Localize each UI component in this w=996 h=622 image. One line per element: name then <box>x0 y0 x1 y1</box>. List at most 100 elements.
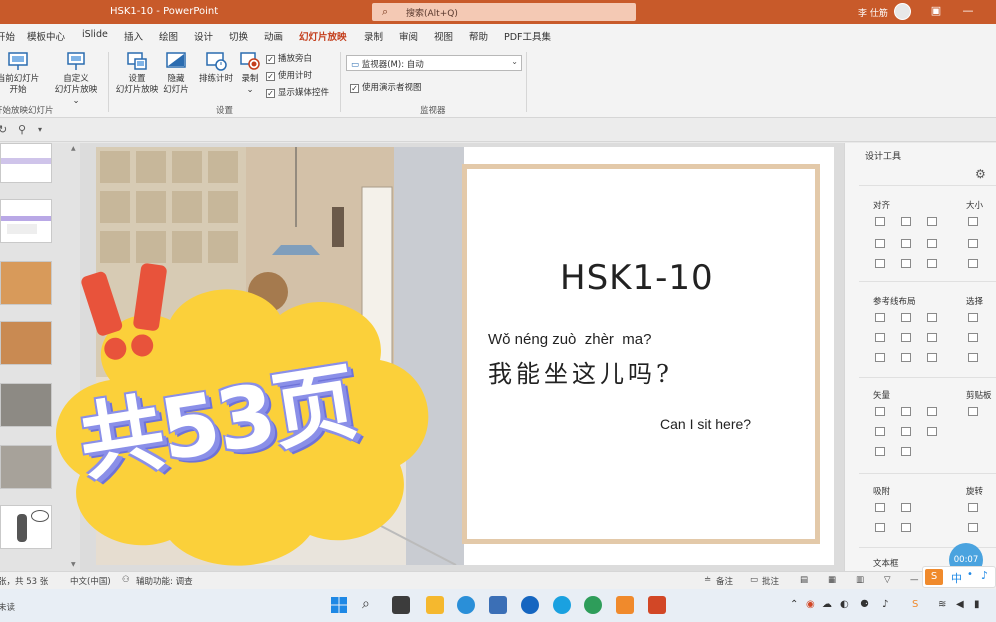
slideshow-view-icon[interactable]: ▽ <box>884 575 891 585</box>
same-size-icon[interactable] <box>968 259 978 268</box>
monitor-select[interactable]: ▭ 监视器(M): 自动 ⌄ <box>346 55 522 71</box>
ime-punct-icon[interactable]: • <box>967 569 973 580</box>
slide-hanzi[interactable]: 我能坐这儿吗? <box>488 354 673 389</box>
same-height-icon[interactable] <box>968 239 978 248</box>
guide-top-icon[interactable] <box>875 333 885 342</box>
gamepad-icon[interactable]: ⚈ <box>860 599 869 610</box>
search-icon[interactable]: ⌕ <box>362 596 380 614</box>
battery-icon[interactable]: ▮ <box>974 599 980 610</box>
tab-slide-show[interactable]: 幻灯片放映 <box>299 29 347 48</box>
slide-sorter-icon[interactable]: ▦ <box>828 575 836 585</box>
slide-title[interactable]: HSK1-10 <box>560 258 714 298</box>
ime-icon[interactable]: S <box>912 599 918 610</box>
text-to-shape-icon[interactable] <box>875 447 885 456</box>
tab-help[interactable]: 帮助 <box>469 29 488 43</box>
setup-slide-show-button[interactable]: 设置 幻灯片放映 <box>114 51 160 96</box>
distribute-h-icon[interactable] <box>875 259 885 268</box>
tray-mic-icon[interactable]: ♪ <box>882 599 888 610</box>
tab-draw[interactable]: 绘图 <box>159 29 178 43</box>
ime-toolbar[interactable]: S 中 • ♪ <box>922 566 996 588</box>
fragment-icon[interactable] <box>927 407 937 416</box>
tab-animations[interactable]: 动画 <box>264 29 283 43</box>
tab-design[interactable]: 设计 <box>194 29 213 43</box>
tab-review[interactable]: 审阅 <box>399 29 418 43</box>
tab-islide[interactable]: iSlide <box>82 29 108 40</box>
ribbon-display-icon[interactable]: ▣ <box>929 4 943 18</box>
snap-right-icon[interactable] <box>901 523 911 532</box>
minimize-icon[interactable]: — <box>961 4 975 18</box>
windows-start-icon[interactable] <box>330 596 348 614</box>
intersect-icon[interactable] <box>875 427 885 436</box>
flip-icon[interactable] <box>968 523 978 532</box>
slide-thumbnail[interactable] <box>0 505 52 549</box>
accessibility-icon[interactable]: ⚇ <box>122 575 130 585</box>
app-orange-icon[interactable] <box>616 596 634 614</box>
same-width-icon[interactable] <box>968 217 978 226</box>
align-center-icon[interactable] <box>901 217 911 226</box>
align-top-icon[interactable] <box>875 239 885 248</box>
tray-refresh-icon[interactable]: ◐ <box>840 599 849 610</box>
notes-button[interactable]: 备注 <box>716 575 733 587</box>
chk-show-media-controls[interactable]: ✓ 显示媒体控件 <box>266 86 329 98</box>
custom-slide-show-button[interactable]: 自定义 幻灯片放映 ⌄ <box>50 51 102 107</box>
slide-thumbnail[interactable] <box>0 445 52 489</box>
customize-qat-icon[interactable]: ▾ <box>38 125 42 134</box>
ime-voice-icon[interactable]: ♪ <box>981 569 988 582</box>
slide-thumbnail[interactable] <box>0 199 52 243</box>
guide-middle-icon[interactable] <box>901 333 911 342</box>
guide-grid-icon[interactable] <box>927 353 937 362</box>
chk-presenter-view[interactable]: ✓ 使用演示者视图 <box>350 81 422 93</box>
reading-view-icon[interactable]: ▥ <box>856 575 864 585</box>
undo-icon[interactable]: ↻ <box>0 123 7 136</box>
tray-app-icon[interactable]: ◉ <box>806 599 815 610</box>
select-same-icon[interactable] <box>968 313 978 322</box>
union-icon[interactable] <box>875 407 885 416</box>
checkbox-checked[interactable]: ✓ <box>266 72 275 81</box>
record-button[interactable]: 录制 ⌄ <box>236 51 264 96</box>
distribute-grid-icon[interactable] <box>927 259 937 268</box>
tray-chevron-icon[interactable]: ⌃ <box>790 599 798 610</box>
crop-icon[interactable] <box>927 427 937 436</box>
slide-thumbnail[interactable] <box>0 261 52 305</box>
powerpoint-icon[interactable] <box>648 596 666 614</box>
slide-pinyin[interactable]: Wǒ néng zuò zhèr ma? <box>488 331 651 348</box>
edge-icon[interactable] <box>457 596 475 614</box>
pin-icon[interactable]: ⚲ <box>18 123 26 136</box>
guide-center-icon[interactable] <box>901 313 911 322</box>
combine-icon[interactable] <box>901 407 911 416</box>
guide-right-icon[interactable] <box>927 313 937 322</box>
checkbox-checked[interactable]: ✓ <box>266 89 275 98</box>
sogou-icon[interactable]: S <box>925 569 943 585</box>
hide-slide-button[interactable]: 隐藏 幻灯片 <box>160 51 192 96</box>
slide-thumbnail[interactable] <box>0 383 52 427</box>
guide-v-icon[interactable] <box>901 353 911 362</box>
accessibility-status[interactable]: 辅助功能: 调查 <box>136 575 193 587</box>
wifi-icon[interactable]: ≋ <box>938 599 946 610</box>
avatar[interactable] <box>894 3 911 20</box>
tab-insert[interactable]: 插入 <box>124 29 143 43</box>
comments-icon[interactable]: ▭ <box>750 575 758 585</box>
slide-english[interactable]: Can I sit here? <box>660 416 751 432</box>
align-right-icon[interactable] <box>927 217 937 226</box>
select-type-icon[interactable] <box>968 333 978 342</box>
task-view-icon[interactable] <box>392 596 410 614</box>
chk-play-narrations[interactable]: ✓ 播放旁白 <box>266 52 312 64</box>
snap-h-icon[interactable] <box>875 503 885 512</box>
distribute-v-icon[interactable] <box>901 259 911 268</box>
normal-view-icon[interactable]: ▤ <box>800 575 808 585</box>
guide-bottom-icon[interactable] <box>927 333 937 342</box>
duplicate-icon[interactable] <box>901 447 911 456</box>
snap-left-icon[interactable] <box>875 523 885 532</box>
thumbnail-scrollbar[interactable]: ▲ ▼ <box>70 143 80 571</box>
tab-record[interactable]: 录制 <box>364 29 383 43</box>
ime-mode-label[interactable]: 中 <box>951 570 962 586</box>
rotate-icon[interactable] <box>968 503 978 512</box>
subtract-icon[interactable] <box>901 427 911 436</box>
tab-home[interactable]: 开始 <box>0 29 15 43</box>
tab-view[interactable]: 视图 <box>434 29 453 43</box>
rehearse-timings-button[interactable]: 排练计时 <box>196 51 236 85</box>
zoom-out-icon[interactable]: — <box>910 575 919 585</box>
slide-thumbnail[interactable] <box>0 143 52 183</box>
slide-thumbnail[interactable] <box>0 321 52 365</box>
file-explorer-icon[interactable] <box>426 596 444 614</box>
